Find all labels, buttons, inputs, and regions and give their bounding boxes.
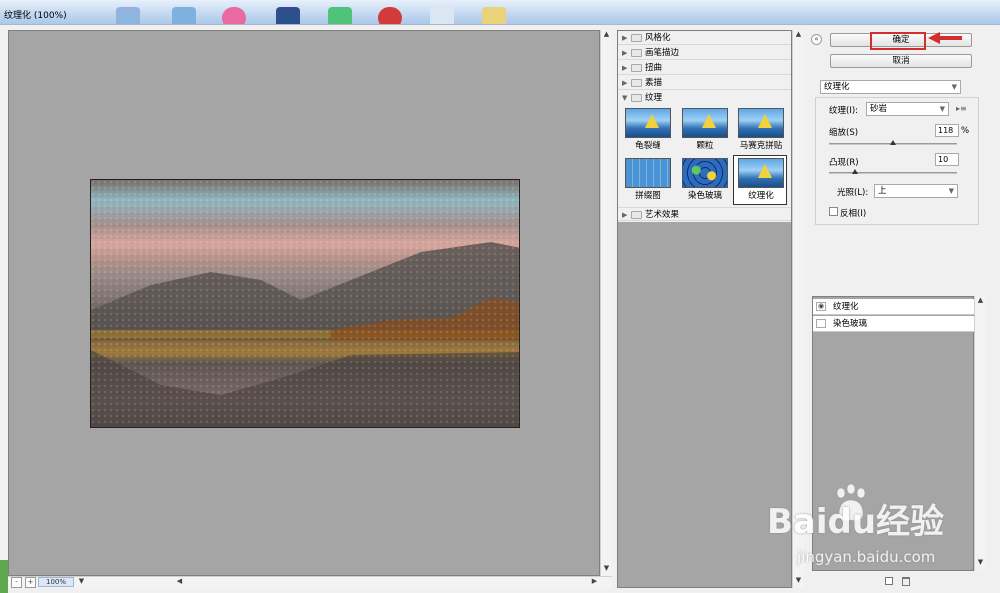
scroll-down-arrow-icon[interactable]: ▼ bbox=[601, 564, 612, 575]
watermark-brand: Baidu经验 bbox=[767, 502, 945, 542]
cancel-button[interactable]: 取消 bbox=[830, 54, 972, 68]
scaling-input[interactable]: 118 bbox=[935, 124, 959, 137]
folder-icon bbox=[631, 79, 642, 87]
relief-label: 凸现(R) bbox=[829, 158, 859, 168]
expand-arrow-icon: ▶ bbox=[622, 79, 628, 87]
filter-thumb-label: 染色玻璃 bbox=[687, 191, 722, 201]
light-label: 光照(L): bbox=[837, 188, 869, 198]
texture-menu-icon[interactable]: ▸≡ bbox=[956, 104, 967, 113]
filter-select-value: 纹理化 bbox=[824, 82, 850, 92]
filter-select[interactable]: 纹理化 ▼ bbox=[820, 80, 961, 94]
filter-category-list: ▶ 风格化 ▶ 画笔描边 ▶ 扭曲 ▶ 素描 ▼ 纹理 龟裂缝 颗粒 马赛克拼贴 拼缀图 … bbox=[618, 31, 791, 222]
invert-label: 反相(I) bbox=[840, 209, 867, 219]
effect-layer-row[interactable]: 染色玻璃 bbox=[813, 316, 974, 332]
folder-icon bbox=[631, 211, 642, 219]
eye-icon[interactable]: ◉ bbox=[816, 302, 826, 311]
watermark-url: jingyan.baidu.com bbox=[797, 548, 936, 566]
zoom-in-button[interactable]: + bbox=[25, 577, 36, 588]
desktop-background bbox=[0, 560, 8, 593]
invert-checkbox[interactable] bbox=[829, 207, 838, 216]
ok-button-annotation-box bbox=[870, 32, 926, 50]
expand-arrow-icon: ▶ bbox=[622, 211, 628, 219]
scaling-label: 缩放(S) bbox=[829, 128, 859, 138]
craquelure-thumb bbox=[625, 108, 671, 138]
folder-icon bbox=[631, 64, 642, 72]
filter-category-brush-strokes[interactable]: ▶ 画笔描边 bbox=[618, 46, 791, 60]
effect-layer-name: 纹理化 bbox=[833, 302, 859, 312]
zoom-menu-arrow-icon[interactable]: ▼ bbox=[76, 577, 87, 588]
expand-arrow-icon: ▶ bbox=[622, 34, 628, 42]
patchwork-thumb bbox=[625, 158, 671, 188]
zoom-level-field[interactable]: 100% bbox=[38, 577, 74, 587]
preview-horizontal-scrollbar[interactable]: - + ▼ ◀ ▶ bbox=[8, 576, 612, 588]
scaling-slider-knob[interactable] bbox=[890, 140, 896, 145]
category-label: 扭曲 bbox=[645, 63, 663, 73]
folder-open-icon bbox=[631, 94, 642, 102]
scaling-unit: % bbox=[961, 126, 970, 136]
texture-select-value: 砂岩 bbox=[870, 104, 888, 114]
filter-thumb-label: 颗粒 bbox=[696, 141, 714, 151]
red-arrow-icon bbox=[928, 32, 962, 44]
filter-thumb-craquelure[interactable]: 龟裂缝 bbox=[621, 106, 675, 156]
category-label: 素描 bbox=[645, 78, 663, 88]
scroll-up-arrow-icon[interactable]: ▲ bbox=[793, 30, 804, 41]
folder-icon bbox=[631, 34, 642, 42]
filter-category-distort[interactable]: ▶ 扭曲 bbox=[618, 61, 791, 75]
preview-image bbox=[90, 179, 520, 428]
light-select-value: 上 bbox=[878, 186, 887, 196]
light-select[interactable]: 上 ▼ bbox=[874, 184, 958, 198]
texture-select[interactable]: 砂岩 ▼ bbox=[866, 102, 949, 116]
expand-arrow-icon: ▶ bbox=[622, 64, 628, 72]
scroll-up-arrow-icon[interactable]: ▲ bbox=[975, 296, 986, 307]
baidu-watermark: Baidu经验 jingyan.baidu.com bbox=[745, 480, 985, 580]
category-label: 纹理 bbox=[645, 93, 663, 103]
collapse-arrow-icon: ▼ bbox=[622, 94, 628, 102]
category-label: 艺术效果 bbox=[645, 210, 680, 220]
window-title: 纹理化 (100%) bbox=[4, 11, 67, 21]
filter-category-artistic[interactable]: ▶ 艺术效果 bbox=[618, 207, 791, 221]
filter-thumb-label: 马赛克拼贴 bbox=[739, 141, 783, 151]
scroll-right-arrow-icon[interactable]: ▶ bbox=[589, 577, 600, 588]
scroll-up-arrow-icon[interactable]: ▲ bbox=[601, 30, 612, 41]
stained-glass-thumb bbox=[682, 158, 728, 188]
dropdown-arrow-icon: ▼ bbox=[948, 187, 954, 195]
visibility-empty-icon[interactable] bbox=[816, 319, 826, 328]
preview-vertical-scrollbar[interactable]: ▲ ▼ bbox=[600, 30, 612, 576]
collapse-gallery-icon[interactable]: « bbox=[811, 34, 822, 45]
dropdown-arrow-icon: ▼ bbox=[951, 83, 957, 91]
zoom-out-button[interactable]: - bbox=[11, 577, 22, 588]
filter-thumb-grain[interactable]: 颗粒 bbox=[678, 106, 732, 156]
filter-thumb-label: 龟裂缝 bbox=[635, 141, 661, 151]
mosaic-tiles-thumb bbox=[738, 108, 784, 138]
scroll-left-arrow-icon[interactable]: ◀ bbox=[174, 577, 185, 588]
relief-slider-knob[interactable] bbox=[851, 169, 858, 174]
grain-thumb bbox=[682, 108, 728, 138]
filter-thumb-stained-glass[interactable]: 染色玻璃 bbox=[678, 156, 732, 206]
filter-category-sketch[interactable]: ▶ 素描 bbox=[618, 76, 791, 90]
relief-input[interactable]: 10 bbox=[935, 153, 959, 166]
texture-label: 纹理(I): bbox=[829, 106, 859, 116]
effect-layer-row[interactable]: ◉ 纹理化 bbox=[813, 299, 974, 315]
filter-thumb-label: 拼缀图 bbox=[635, 191, 661, 201]
category-label: 画笔描边 bbox=[645, 48, 680, 58]
filter-thumb-mosaic-tiles[interactable]: 马赛克拼贴 bbox=[734, 106, 788, 156]
relief-slider[interactable] bbox=[829, 172, 957, 174]
dropdown-arrow-icon: ▼ bbox=[939, 105, 945, 113]
folder-icon bbox=[631, 49, 642, 57]
expand-arrow-icon: ▶ bbox=[622, 49, 628, 57]
landscape-image bbox=[91, 180, 519, 427]
filter-thumb-patchwork[interactable]: 拼缀图 bbox=[621, 156, 675, 206]
filter-thumb-texturizer[interactable]: 纹理化 bbox=[733, 155, 787, 205]
filter-category-stylize[interactable]: ▶ 风格化 bbox=[618, 31, 791, 45]
texturizer-thumb bbox=[738, 158, 784, 188]
filter-thumb-label: 纹理化 bbox=[748, 191, 774, 201]
filter-category-texture[interactable]: ▼ 纹理 bbox=[618, 91, 791, 105]
category-label: 风格化 bbox=[645, 33, 671, 43]
effect-layer-name: 染色玻璃 bbox=[833, 319, 868, 329]
